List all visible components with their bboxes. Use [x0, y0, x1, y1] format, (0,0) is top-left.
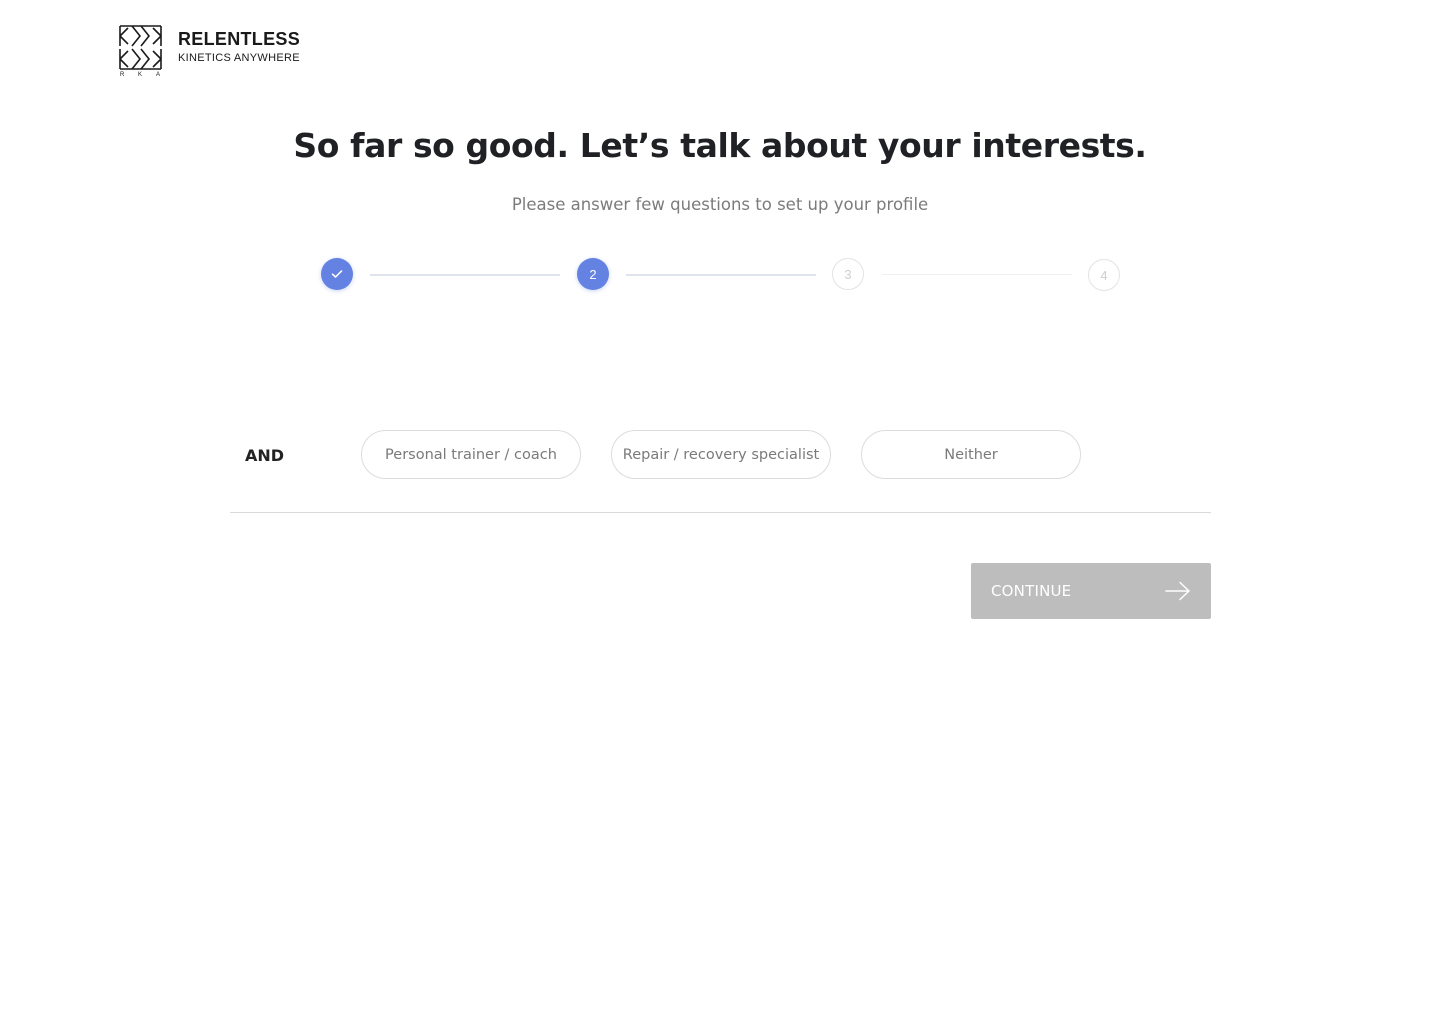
arrow-right-icon — [1165, 581, 1190, 601]
page-title: So far so good. Let’s talk about your in… — [293, 126, 1147, 165]
option-repair-specialist[interactable]: Repair / recovery specialist — [611, 430, 831, 479]
step-connector — [882, 274, 1072, 275]
continue-button[interactable]: CONTINUE — [971, 563, 1211, 619]
brand-tagline: KINETICS ANYWHERE — [178, 52, 300, 64]
brand-mark-letter: A — [156, 72, 160, 77]
step-4-pending[interactable]: 4 — [1088, 259, 1120, 291]
option-personal-trainer[interactable]: Personal trainer / coach — [361, 430, 581, 479]
option-label: Repair / recovery specialist — [622, 446, 820, 463]
check-icon — [331, 270, 343, 278]
brand-logo[interactable]: R K A RELENTLESS KINETICS ANYWHERE — [119, 25, 300, 77]
step-number: 4 — [1100, 267, 1108, 283]
brand-text: RELENTLESS KINETICS ANYWHERE — [178, 28, 300, 65]
option-label: Personal trainer / coach — [385, 446, 557, 463]
step-connector — [626, 274, 816, 276]
step-1-completed[interactable] — [321, 258, 353, 290]
continue-label: CONTINUE — [991, 582, 1072, 600]
brand-mark-letter: K — [138, 72, 142, 77]
step-number: 2 — [589, 266, 597, 282]
brand-name: RELENTLESS — [178, 29, 301, 49]
page-subtitle: Please answer few questions to set up yo… — [511, 195, 929, 214]
step-number: 3 — [844, 266, 852, 282]
step-3-pending[interactable]: 3 — [832, 258, 864, 290]
page: R K A RELENTLESS KINETICS ANYWHERE So fa… — [0, 0, 1440, 1024]
brand-mark-icon: R K A — [119, 25, 162, 77]
step-connector — [370, 274, 560, 276]
option-label: Neither — [944, 446, 998, 463]
step-2-current[interactable]: 2 — [577, 258, 609, 290]
option-neither[interactable]: Neither — [861, 430, 1081, 479]
progress-stepper: 2 3 4 — [320, 258, 1122, 292]
section-divider — [230, 512, 1211, 513]
brand-mark-letter: R — [120, 72, 125, 77]
question-prefix: AND — [245, 446, 285, 465]
